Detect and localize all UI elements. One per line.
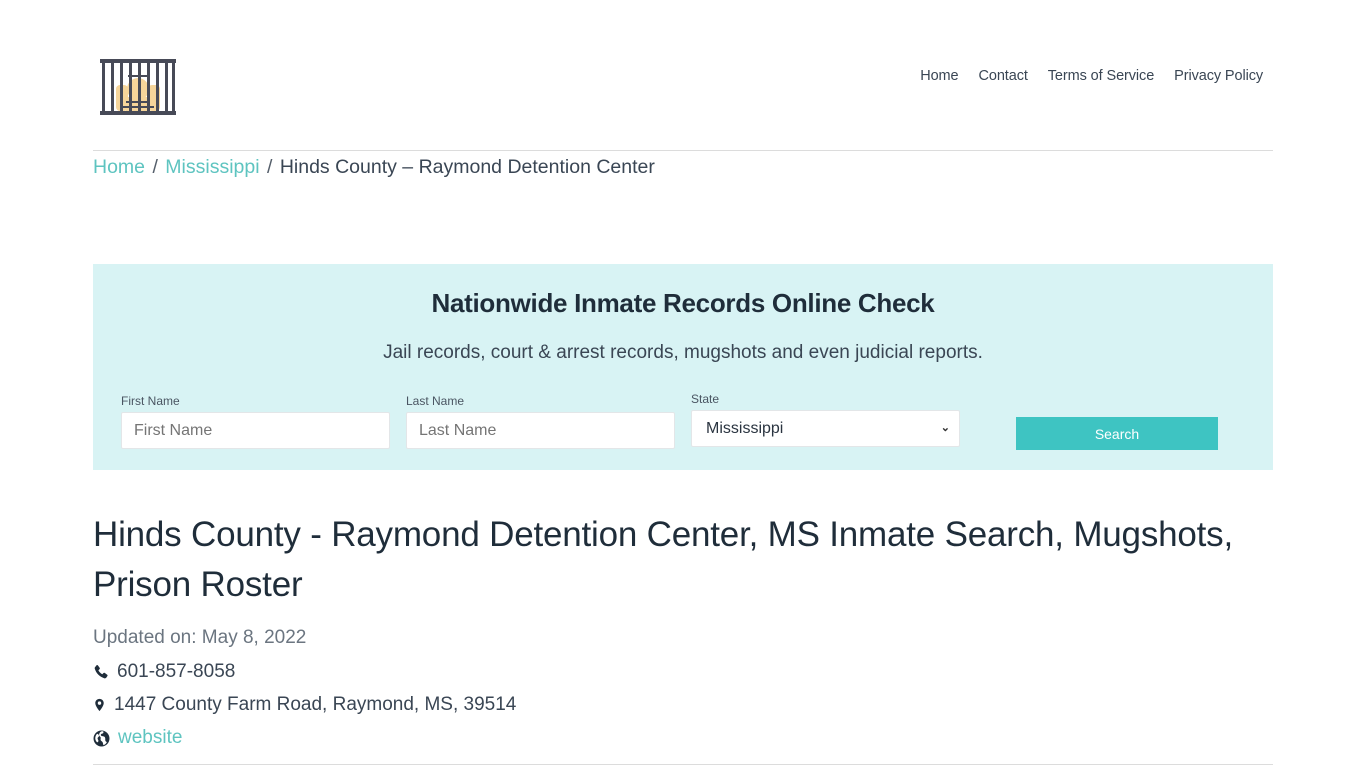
breadcrumb-mississippi[interactable]: Mississippi: [165, 156, 259, 178]
phone-icon: [94, 665, 108, 679]
breadcrumb-home[interactable]: Home: [93, 156, 145, 178]
breadcrumb-current: Hinds County – Raymond Detention Center: [279, 156, 655, 178]
state-label: State: [691, 392, 720, 406]
map-marker-icon: [95, 698, 104, 712]
address-row: 1447 County Farm Road, Raymond, MS, 3951…: [93, 694, 516, 716]
last-name-input[interactable]: [406, 412, 675, 449]
jail-cell-icon: [100, 59, 176, 115]
search-panel-title: Nationwide Inmate Records Online Check: [431, 288, 935, 318]
first-name-label: First Name: [121, 394, 180, 408]
inmate-search-panel: Nationwide Inmate Records Online Check J…: [93, 264, 1273, 470]
search-panel-subtitle: Jail records, court & arrest records, mu…: [383, 342, 983, 363]
phone-number[interactable]: 601-857-8058: [117, 661, 235, 683]
updated-date: Updated on: May 8, 2022: [93, 627, 306, 649]
state-select[interactable]: Mississippi: [691, 410, 960, 447]
last-name-field-group: Last Name: [406, 394, 675, 449]
first-name-field-group: First Name: [121, 394, 390, 449]
updated-date-text: Updated on: May 8, 2022: [93, 627, 307, 648]
first-name-input[interactable]: [121, 412, 390, 449]
search-button[interactable]: Search: [1016, 417, 1218, 450]
breadcrumb-separator: /: [152, 156, 158, 178]
globe-icon: [93, 730, 110, 746]
nav-privacy-policy[interactable]: Privacy Policy: [1174, 68, 1263, 84]
site-logo[interactable]: [98, 57, 178, 117]
address-text: 1447 County Farm Road, Raymond, MS, 3951…: [114, 694, 517, 715]
breadcrumb-separator: /: [266, 156, 273, 178]
website-row: website: [93, 727, 182, 749]
breadcrumb: Home / Mississippi / Hinds County – Raym…: [93, 156, 1273, 179]
phone-row: 601-857-8058: [93, 661, 235, 683]
website-link[interactable]: website: [118, 727, 182, 749]
page-title: Hinds County - Raymond Detention Center,…: [93, 515, 1233, 604]
section-divider: [93, 764, 1273, 765]
site-header: Home Contact Terms of Service Privacy Po…: [93, 0, 1273, 151]
nav-contact[interactable]: Contact: [979, 68, 1028, 84]
main-nav: Home Contact Terms of Service Privacy Po…: [920, 68, 1263, 84]
nav-home[interactable]: Home: [920, 68, 958, 84]
state-field-group: State Mississippi ⌄: [691, 392, 960, 447]
nav-terms-of-service[interactable]: Terms of Service: [1048, 68, 1154, 84]
last-name-label: Last Name: [406, 394, 465, 408]
